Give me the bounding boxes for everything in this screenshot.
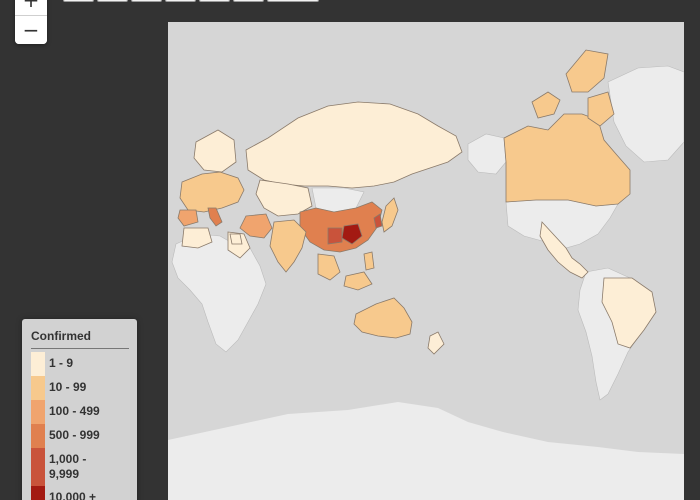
top-button[interactable] — [199, 0, 230, 2]
legend-swatch — [31, 376, 45, 400]
zoom-out-button[interactable]: − — [15, 15, 47, 44]
country-egypt[interactable] — [229, 233, 243, 245]
world-map[interactable] — [168, 22, 684, 500]
region-china-central[interactable] — [327, 227, 343, 245]
legend-swatch — [31, 486, 45, 500]
legend-label: 1 - 9 — [49, 356, 74, 370]
legend-title: Confirmed — [31, 329, 129, 349]
legend-item: 100 - 499 — [31, 400, 129, 424]
legend-label: 10,000 + — [49, 490, 97, 500]
top-toolbar — [63, 0, 319, 2]
legend-label: 10 - 99 — [49, 380, 87, 394]
top-button[interactable] — [267, 0, 319, 2]
page: + − Confirmed 1 - 9 10 - 99 100 - 499 50… — [0, 0, 700, 500]
legend-label: 500 - 999 — [49, 428, 100, 442]
legend: Confirmed 1 - 9 10 - 99 100 - 499 500 - … — [22, 319, 137, 500]
legend-item: 500 - 999 — [31, 424, 129, 448]
map-panel[interactable] — [168, 22, 684, 500]
country-philippines[interactable] — [363, 251, 375, 271]
legend-swatch — [31, 424, 45, 448]
legend-item: 1 - 9 — [31, 352, 129, 376]
top-button[interactable] — [165, 0, 196, 2]
zoom-in-button[interactable]: + — [15, 0, 47, 15]
top-button[interactable] — [233, 0, 264, 2]
legend-swatch — [31, 352, 45, 376]
top-button[interactable] — [97, 0, 128, 2]
legend-item: 1,000 - 9,999 — [31, 448, 129, 486]
legend-label: 1,000 - 9,999 — [49, 452, 87, 481]
legend-label: 100 - 499 — [49, 404, 100, 418]
top-button[interactable] — [131, 0, 162, 2]
legend-swatch — [31, 448, 45, 486]
legend-item: 10 - 99 — [31, 376, 129, 400]
top-button[interactable] — [63, 0, 94, 2]
zoom-control: + − — [15, 0, 47, 44]
legend-item: 10,000 + — [31, 486, 129, 500]
legend-swatch — [31, 400, 45, 424]
